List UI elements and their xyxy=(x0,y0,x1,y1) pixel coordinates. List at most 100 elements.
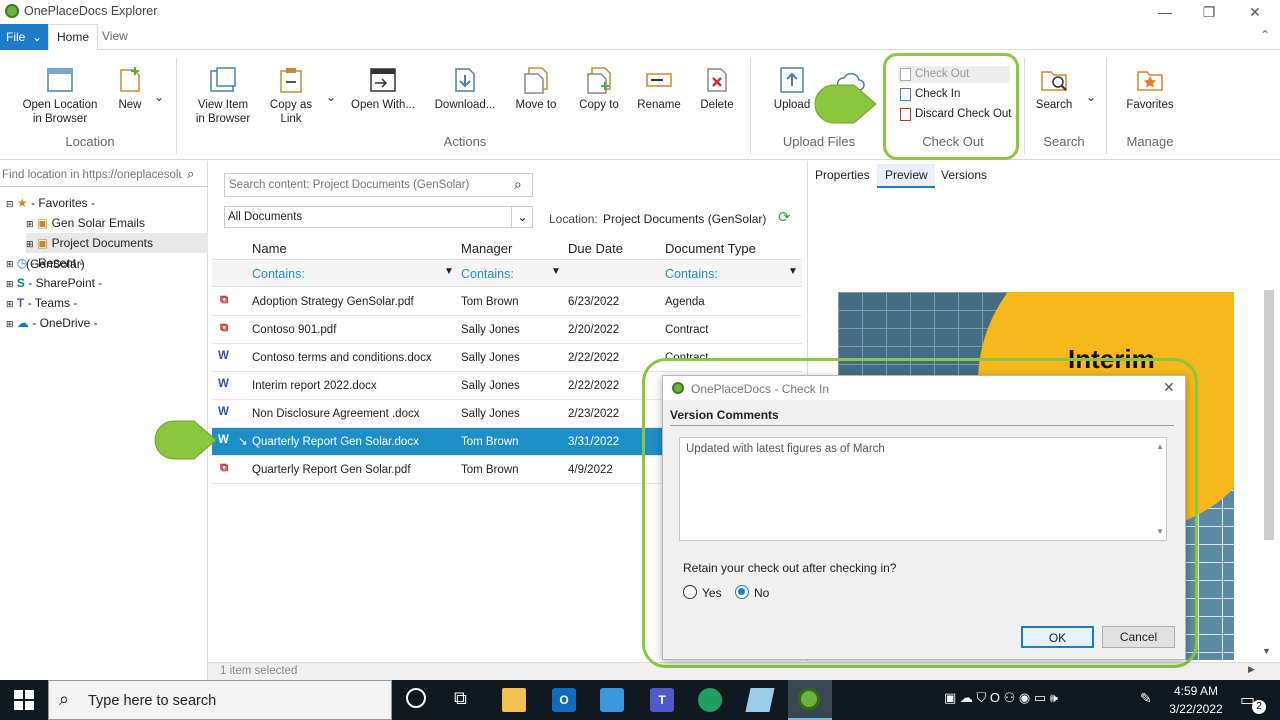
search-icon[interactable]: ⌕ xyxy=(187,166,194,182)
column-header-manager[interactable]: Manager xyxy=(461,241,512,256)
yes-label: Yes xyxy=(702,586,722,600)
filter-funnel-icon[interactable]: ▼ xyxy=(551,266,561,277)
filter-document-type[interactable]: Contains: xyxy=(665,267,718,281)
tree-item-sharepoint[interactable]: ⊞ S - SharePoint - xyxy=(6,273,206,293)
download-button[interactable]: Download... xyxy=(432,66,498,112)
remote-desktop-icon[interactable] xyxy=(600,688,624,712)
search-dropdown-chevron-icon[interactable]: ⌄ xyxy=(1086,90,1096,104)
no-radio[interactable] xyxy=(735,585,749,599)
copy-as-link-label1: Copy as xyxy=(269,99,313,111)
tree-item-teams[interactable]: ⊞ T - Teams - xyxy=(6,293,206,313)
teams-icon[interactable]: T xyxy=(650,688,674,712)
yes-radio[interactable] xyxy=(683,585,697,599)
copy-to-button[interactable]: Copy to xyxy=(574,66,624,112)
maximize-button[interactable]: ❐ xyxy=(1186,0,1232,24)
copy-as-link-button[interactable]: Copy as Link xyxy=(266,66,316,126)
tab-preview[interactable]: Preview xyxy=(885,168,928,182)
tree-item-onedrive[interactable]: ⊞ ☁ - OneDrive - xyxy=(6,313,206,333)
tree-label: - SharePoint - xyxy=(28,276,103,290)
tab-home[interactable]: Home xyxy=(48,24,99,50)
open-location-browser-button[interactable]: Open Location in Browser xyxy=(20,66,100,126)
tree-item-recent[interactable]: ⊞ ◷ - Recent - xyxy=(6,253,206,273)
close-button[interactable]: ✕ xyxy=(1232,0,1278,24)
table-row[interactable]: ⧉ Adoption Strategy GenSolar.pdf Tom Brown… xyxy=(212,288,802,316)
cancel-button[interactable]: Cancel xyxy=(1102,626,1175,648)
outlook-icon[interactable]: O xyxy=(552,688,576,712)
expand-icon[interactable]: ⊞ xyxy=(6,259,14,269)
filter-name[interactable]: Contains: xyxy=(252,267,305,281)
filter-funnel-icon[interactable]: ▼ xyxy=(444,266,454,277)
move-to-button[interactable]: Move to xyxy=(510,66,562,112)
search-icon[interactable]: ⌕ xyxy=(514,176,522,193)
windows-start-icon[interactable] xyxy=(14,690,34,710)
upload-button[interactable]: Upload xyxy=(770,66,814,112)
cell-due: 4/9/2022 xyxy=(568,464,613,476)
tray-icons[interactable]: ▣ ☁ ⛉ O ⚇ ◉ ▭ 🕪 xyxy=(944,690,1058,706)
check-in-item[interactable]: Check In xyxy=(898,86,1010,103)
oneplacedocs-taskbar-button[interactable] xyxy=(788,680,832,720)
cell-manager: Tom Brown xyxy=(461,436,519,448)
group-label-upload-files: Upload Files xyxy=(782,134,856,149)
tab-view[interactable]: View xyxy=(94,24,136,50)
chevron-down-icon[interactable]: ⌄ xyxy=(511,207,533,227)
view-item-label1: View Item xyxy=(197,99,249,111)
favorites-button[interactable]: Favorites xyxy=(1122,66,1178,112)
tree-item-project-documents[interactable]: ⊞ ▣ Project Documents (GenSolar) xyxy=(26,233,208,271)
view-item-browser-button[interactable]: View Item in Browser xyxy=(192,66,254,126)
discard-check-out-item[interactable]: Discard Check Out xyxy=(898,106,1012,123)
new-button[interactable]: New xyxy=(110,66,150,112)
minimize-button[interactable]: — xyxy=(1142,0,1188,24)
column-header-due-date[interactable]: Due Date xyxy=(568,241,623,256)
notepad-icon[interactable] xyxy=(745,688,775,712)
task-view-icon[interactable]: ⧉ xyxy=(454,688,467,709)
cell-manager: Tom Brown xyxy=(461,296,519,308)
dialog-close-button[interactable]: ✕ xyxy=(1163,379,1175,396)
filter-funnel-icon[interactable]: ▼ xyxy=(788,266,798,277)
location-search-input[interactable] xyxy=(2,166,182,184)
column-header-name[interactable]: Name xyxy=(252,241,287,256)
new-dropdown-chevron-icon[interactable]: ⌄ xyxy=(154,90,164,104)
tree-item-gen-solar-emails[interactable]: ⊞ ▣ Gen Solar Emails (GenSolar) xyxy=(26,213,206,251)
cortana-icon[interactable] xyxy=(406,688,426,708)
tab-versions[interactable]: Versions xyxy=(941,168,987,182)
check-out-item[interactable]: Check Out xyxy=(898,66,1010,83)
scroll-down-icon[interactable]: ▼ xyxy=(1262,646,1271,656)
scroll-right-icon[interactable]: ▶ xyxy=(1248,664,1255,675)
word-file-icon: W xyxy=(218,378,229,390)
tree-item-favorites[interactable]: ⊟ ★ - Favorites - xyxy=(6,193,206,213)
refresh-icon[interactable]: ⟳ xyxy=(778,208,791,226)
tab-properties[interactable]: Properties xyxy=(815,168,870,182)
ok-button[interactable]: OK xyxy=(1021,626,1094,648)
preview-scrollbar[interactable] xyxy=(1264,290,1274,540)
clock-date[interactable]: 3/22/2022 xyxy=(1166,702,1226,716)
open-with-button[interactable]: Open With... xyxy=(348,66,418,112)
dialog-title: OnePlaceDocs - Check In xyxy=(691,382,830,396)
delete-button[interactable]: Delete xyxy=(696,66,738,112)
view-item-label2: in Browser xyxy=(195,113,251,125)
pen-icon[interactable]: ✎ xyxy=(1140,690,1152,707)
file-explorer-icon[interactable] xyxy=(502,688,526,712)
copy-link-dropdown-chevron-icon[interactable]: ⌄ xyxy=(326,90,336,104)
expand-icon[interactable]: ⊞ xyxy=(26,239,34,249)
collapse-ribbon-icon[interactable]: ⌃ xyxy=(1260,28,1270,42)
filter-manager[interactable]: Contains: xyxy=(461,267,514,281)
expand-icon[interactable]: ⊞ xyxy=(6,279,14,289)
scroll-up-icon[interactable]: ▲ xyxy=(1156,442,1164,451)
expand-icon[interactable]: ⊞ xyxy=(6,319,14,329)
expand-icon[interactable]: ⊞ xyxy=(26,219,34,229)
scroll-down-icon[interactable]: ▼ xyxy=(1156,527,1164,536)
rename-button[interactable]: Rename xyxy=(634,66,684,112)
expand-icon[interactable]: ⊞ xyxy=(6,299,14,309)
version-comments-textarea[interactable]: Updated with latest figures as of March … xyxy=(679,437,1167,541)
clock-time[interactable]: 4:59 AM xyxy=(1166,684,1226,698)
collapse-icon[interactable]: ⊟ xyxy=(6,199,14,209)
view-select[interactable]: All Documents ⌄ xyxy=(224,206,533,228)
search-ribbon-button[interactable]: Search xyxy=(1034,66,1074,112)
table-row[interactable]: ⧉ Contoso 901.pdf Sally Jones 2/20/2022 Cont… xyxy=(212,316,802,344)
edge-icon[interactable] xyxy=(698,688,722,712)
content-search-input[interactable] xyxy=(229,177,509,193)
taskbar-search-box[interactable]: ⌕ Type here to search xyxy=(48,680,392,720)
file-menu[interactable]: File ⌄ xyxy=(0,24,48,50)
delete-icon xyxy=(707,68,727,92)
column-header-document-type[interactable]: Document Type xyxy=(665,241,756,256)
